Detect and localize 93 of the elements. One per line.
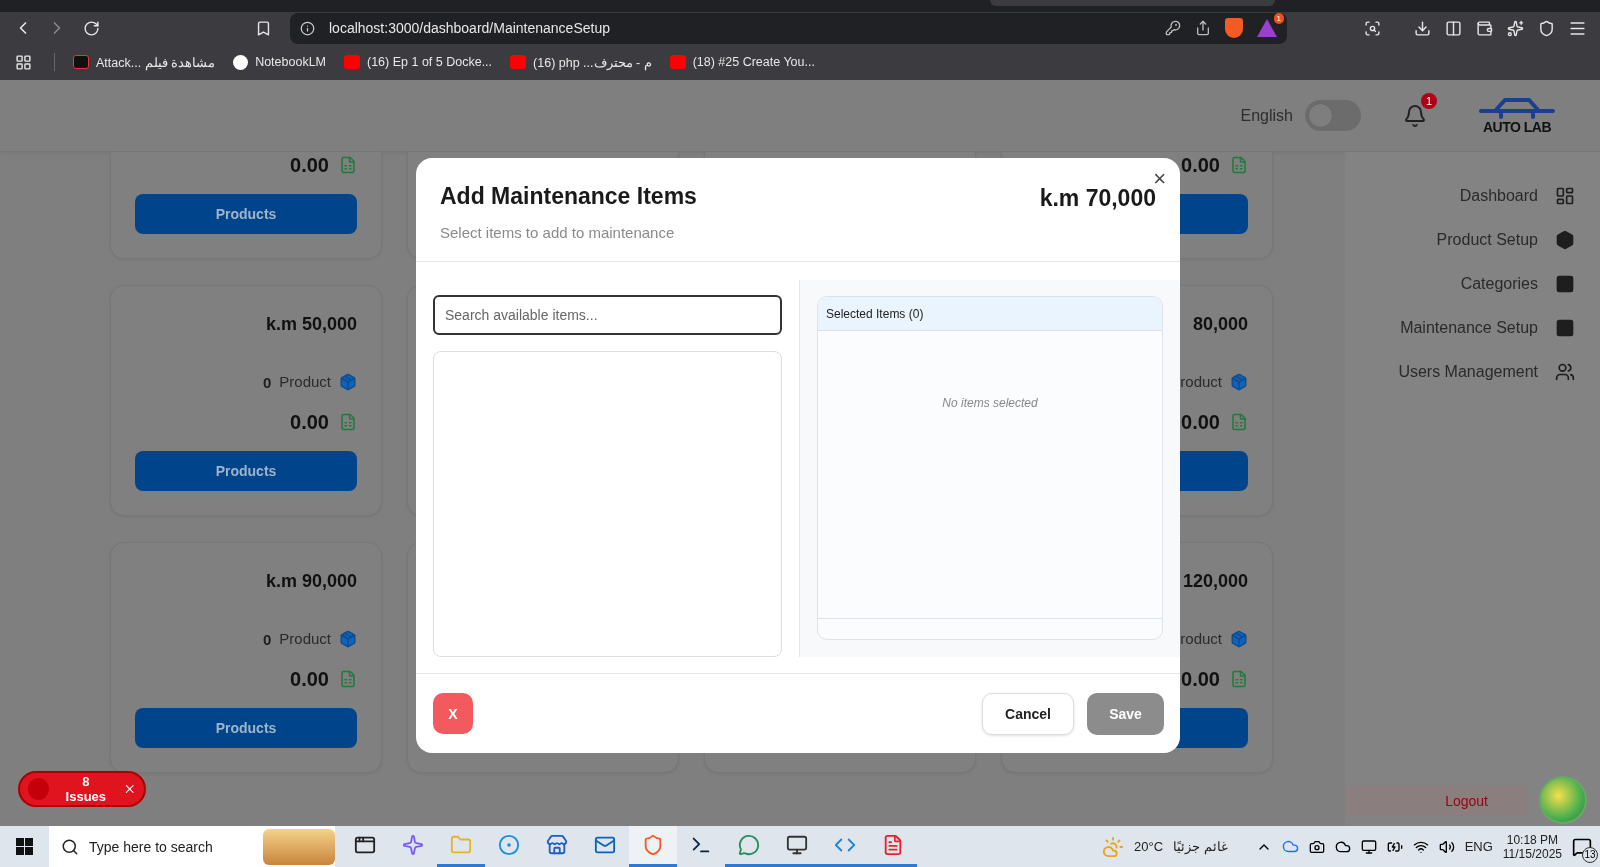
bookmark-link[interactable]: (16) php ...م - محترف — [510, 54, 652, 70]
price-total: 0.00 — [290, 153, 329, 178]
copilot-icon — [402, 834, 424, 856]
clear-button[interactable]: X — [433, 693, 473, 734]
product-label: Product — [279, 629, 331, 649]
search-icon — [61, 837, 79, 856]
price-total: 0.00 — [290, 667, 329, 692]
cloud-icon — [1281, 838, 1299, 855]
cancel-button[interactable]: Cancel — [982, 692, 1074, 735]
video-icon — [510, 55, 527, 69]
logout-link[interactable]: Logout — [1345, 786, 1528, 816]
taskbar-search-field[interactable]: Type here to search — [49, 826, 335, 867]
search-field[interactable]: Search available items... — [433, 295, 782, 335]
sidebar-item[interactable]: Categories — [1345, 262, 1600, 306]
monitor-icon — [1360, 838, 1377, 855]
mileage-label: k.m 90,000 — [265, 570, 357, 593]
taskview-icon — [354, 834, 376, 856]
bookmark-link[interactable]: (18) #25 Create You... — [669, 55, 815, 69]
sidebar-item[interactable]: Maintenance Setup — [1345, 306, 1600, 350]
price-total: 0.00 — [290, 410, 329, 435]
empty-message: No items selected — [942, 396, 1038, 412]
chat-icon — [738, 834, 760, 856]
products-button[interactable]: Products — [135, 451, 357, 491]
sparkle-icon[interactable] — [1506, 19, 1524, 37]
issue-dot-icon — [28, 778, 50, 800]
products-button[interactable]: Products — [135, 194, 357, 234]
bookmark-link[interactable]: (16) Ep 1 of 5 Docke... — [344, 55, 493, 69]
selected-items-header: Selected Items (0) — [818, 297, 1162, 331]
mail-icon — [594, 834, 616, 856]
download-icon[interactable] — [1413, 19, 1431, 37]
price-total: 0.00 — [1181, 153, 1220, 178]
invoice-icon — [339, 413, 357, 431]
invoice-icon — [1230, 670, 1248, 688]
bookmark-link[interactable]: NotebookLM — [233, 54, 326, 70]
notification-badge: 1 — [1421, 92, 1437, 109]
invoice-icon — [1230, 156, 1248, 174]
share-icon — [1195, 20, 1211, 36]
bookmark-link[interactable]: Attack... مشاهدة فيلم — [73, 54, 216, 70]
key-icon — [1165, 20, 1181, 36]
sidebar-item[interactable]: Users Management — [1345, 350, 1600, 394]
landscape-icon — [263, 828, 335, 865]
address-bar[interactable]: localhost:3000/dashboard/MaintenanceSetup 1 — [290, 12, 1287, 44]
close-button[interactable]: × — [1153, 168, 1166, 190]
price-total: 0.00 — [1181, 410, 1220, 435]
issues-button[interactable]: 8 Issues — [18, 771, 146, 807]
notification-count: 13 — [1582, 846, 1598, 863]
invoice-icon — [339, 156, 357, 174]
camera-icon — [1308, 838, 1325, 855]
issues-label: 8 Issues — [64, 774, 108, 804]
weather-text: غائم جزئيًا — [1173, 839, 1228, 854]
mileage-label: k.m 70,000 — [1039, 185, 1156, 212]
tab-search-icon[interactable] — [1363, 19, 1381, 37]
product-label: roduct — [1180, 372, 1222, 392]
url-text: localhost:3000/dashboard/MaintenanceSetup — [329, 20, 611, 36]
invoice-icon — [1230, 413, 1248, 431]
car-logo-icon — [1479, 96, 1555, 119]
info-icon — [300, 20, 315, 36]
wallet-icon[interactable] — [1475, 19, 1493, 37]
folder-icon — [450, 834, 472, 856]
logo-text: AUTO LAB — [1482, 118, 1552, 135]
product-count: 0 — [262, 373, 272, 391]
invoice-icon — [339, 670, 357, 688]
windows-icon[interactable] — [16, 838, 33, 855]
reload-icon[interactable] — [82, 19, 100, 37]
clock: 10:18 PM 11/15/2025 — [1502, 832, 1562, 861]
bell-icon[interactable] — [1403, 103, 1427, 128]
notification-badge: 1 — [1273, 13, 1284, 24]
sidebar-item[interactable]: Product Setup — [1345, 218, 1600, 262]
users-icon — [1555, 362, 1575, 382]
mileage-label: 80,000 — [1192, 313, 1248, 336]
product-count: 0 — [262, 630, 272, 648]
store-icon — [546, 834, 568, 856]
volume-icon — [1438, 838, 1455, 855]
language-indicator: ENG — [1464, 839, 1493, 854]
shield-icon[interactable] — [1537, 19, 1555, 37]
video-icon — [669, 55, 686, 69]
temperature: 20°C — [1134, 839, 1164, 854]
language-label: English — [1240, 106, 1293, 125]
modal-title: Add Maintenance Items — [440, 183, 697, 210]
video-icon — [344, 55, 360, 69]
weather-icon — [1102, 835, 1124, 858]
product-label: Product — [279, 372, 331, 392]
apps-icon[interactable] — [14, 53, 32, 71]
products-button[interactable]: Products — [135, 708, 357, 748]
sidebar-item[interactable]: Dashboard — [1345, 174, 1600, 218]
mileage-label: k.m 50,000 — [265, 313, 357, 336]
mileage-label: 120,000 — [1182, 570, 1248, 593]
sidebar-icon[interactable] — [1444, 19, 1462, 37]
modal-subtitle: Select items to add to maintenance — [440, 224, 676, 241]
price-total: 0.00 — [1181, 667, 1220, 692]
dashboard-icon — [1555, 186, 1575, 206]
language-toggle[interactable] — [1305, 100, 1361, 131]
product-label: roduct — [1180, 629, 1222, 649]
